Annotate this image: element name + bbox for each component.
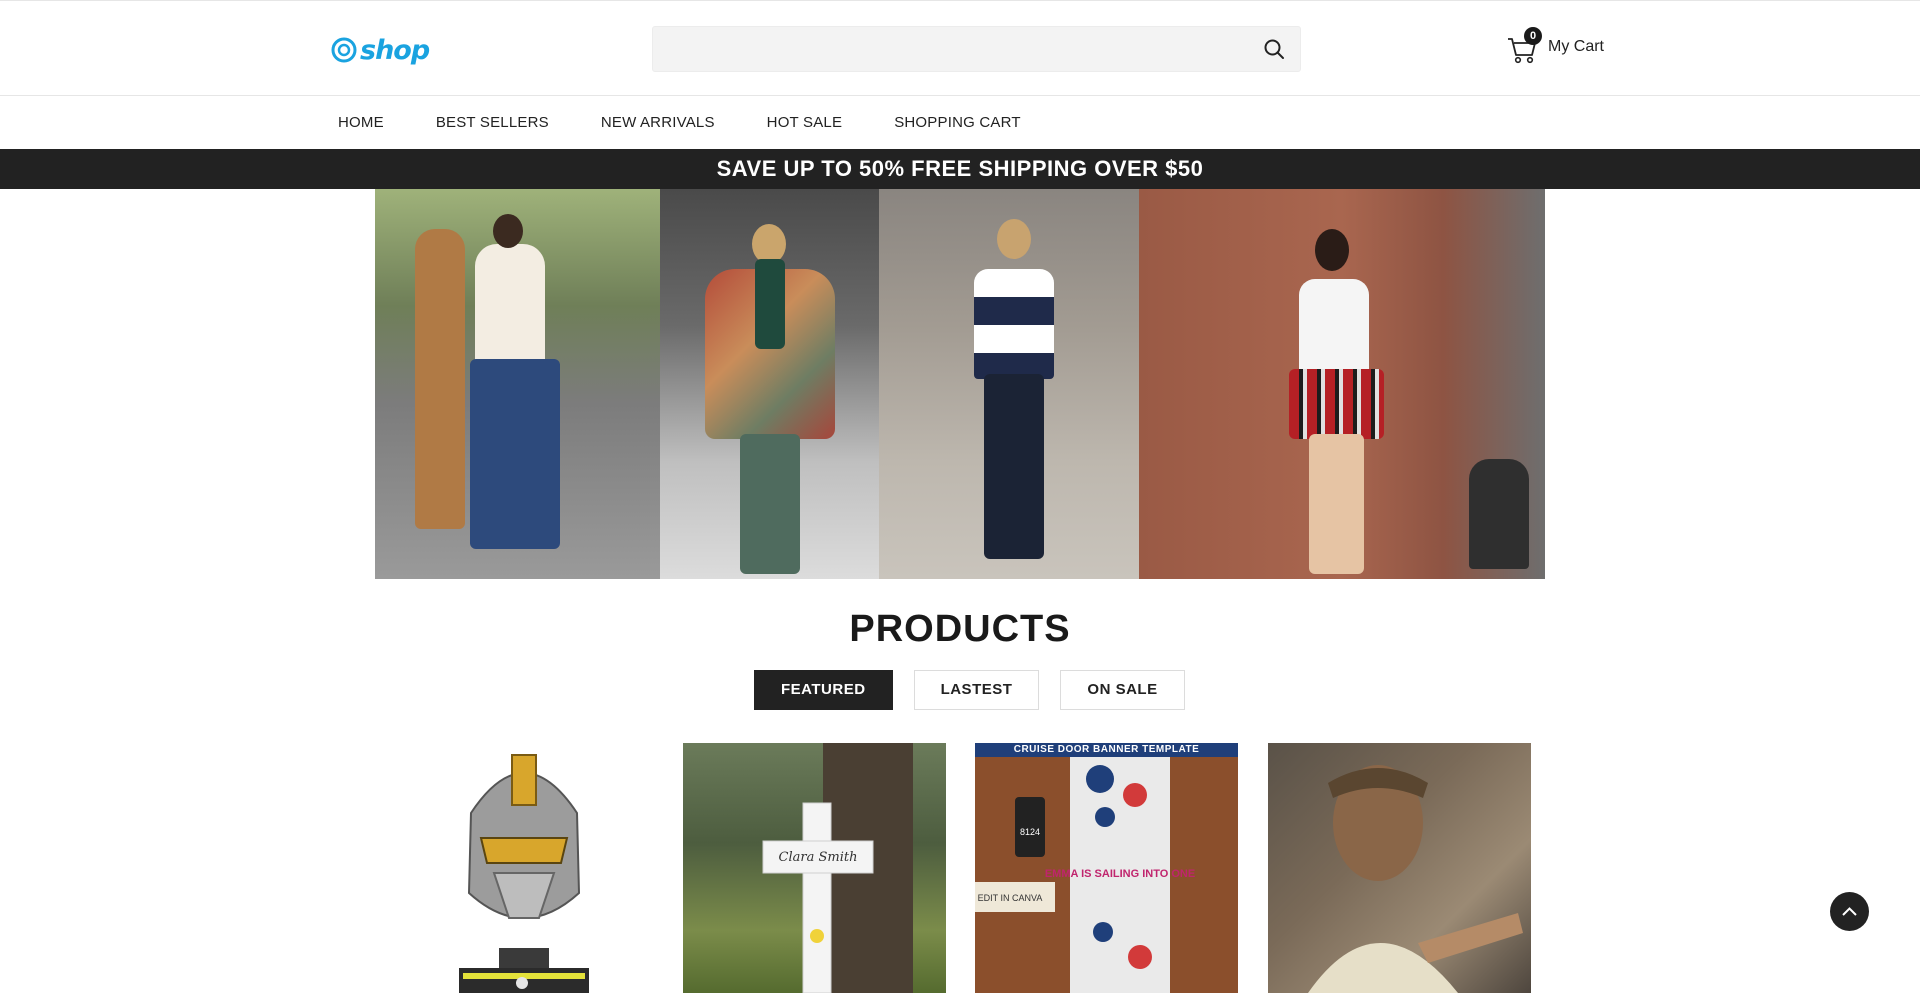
cart-count-badge: 0: [1524, 27, 1542, 45]
door-number-text: 8124: [1020, 827, 1040, 837]
product-image: [459, 754, 589, 993]
hero-image-4: [1139, 189, 1545, 579]
hero-image-1: [375, 189, 660, 579]
nav-item-new-arrivals[interactable]: NEW ARRIVALS: [601, 114, 715, 131]
nav-item-best-sellers[interactable]: BEST SELLERS: [436, 114, 549, 131]
chevron-up-icon: [1842, 907, 1857, 916]
memorial-name-text: Clara Smith: [779, 850, 858, 865]
search-button[interactable]: [1262, 38, 1286, 62]
product-card[interactable]: CRUISE DOOR BANNER TEMPLATE 8124 EDIT IN…: [975, 743, 1238, 993]
tab-on-sale[interactable]: ON SALE: [1060, 670, 1185, 710]
products-section-title: PRODUCTS: [849, 608, 1071, 650]
cart-button[interactable]: 0 My Cart: [1506, 27, 1604, 65]
nav-item-hot-sale[interactable]: HOT SALE: [767, 114, 843, 131]
logo-text: shop: [360, 34, 430, 66]
product-grid: Clara Smith CRUISE DOOR BANNER TEMPLATE …: [0, 743, 1920, 993]
nav-item-shopping-cart[interactable]: SHOPPING CART: [894, 114, 1021, 131]
product-card[interactable]: [1268, 743, 1531, 993]
hero-image-2: [660, 189, 879, 579]
search-input[interactable]: [653, 27, 1243, 71]
banner-text: EMMA IS SAILING INTO ONE: [1045, 868, 1195, 880]
cart-label: My Cart: [1548, 38, 1604, 55]
search-icon: [1264, 39, 1284, 59]
site-header: shop 0 My Cart: [0, 0, 1920, 96]
product-image: 8124 EDIT IN CANVA EMMA IS SAILING INTO …: [975, 757, 1238, 993]
product-card[interactable]: Clara Smith: [683, 743, 946, 993]
nav-list: HOME BEST SELLERS NEW ARRIVALS HOT SALE …: [338, 96, 1073, 149]
logo-swirl-icon: [331, 37, 357, 63]
product-card[interactable]: [389, 743, 652, 993]
banner-template-title: CRUISE DOOR BANNER TEMPLATE: [975, 743, 1238, 757]
tab-lastest[interactable]: LASTEST: [913, 670, 1040, 710]
cart-icon-wrap: 0: [1506, 27, 1542, 65]
edit-canva-text: EDIT IN CANVA: [978, 893, 1043, 903]
shop-logo[interactable]: shop: [330, 34, 430, 66]
promo-bar: SAVE UP TO 50% FREE SHIPPING OVER $50: [0, 149, 1920, 189]
tab-featured[interactable]: FEATURED: [754, 670, 893, 710]
product-image: [1308, 765, 1523, 993]
product-image: Clara Smith: [762, 743, 913, 993]
hero-banner[interactable]: [375, 189, 1545, 579]
search-bar: [652, 26, 1301, 72]
back-to-top-button[interactable]: [1830, 892, 1869, 931]
main-nav: HOME BEST SELLERS NEW ARRIVALS HOT SALE …: [0, 96, 1920, 149]
nav-item-home[interactable]: HOME: [338, 114, 384, 131]
product-tabs: FEATURED LASTEST ON SALE: [754, 670, 1206, 710]
hero-image-3: [879, 189, 1139, 579]
